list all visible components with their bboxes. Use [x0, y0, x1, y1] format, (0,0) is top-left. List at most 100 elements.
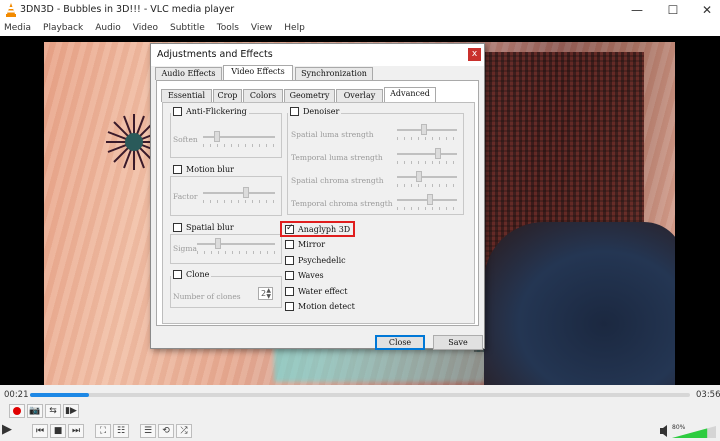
factor-slider-thumb[interactable]: [242, 187, 249, 198]
waves-option[interactable]: Waves: [285, 271, 324, 280]
sigma-slider[interactable]: [197, 238, 275, 254]
water-effect-option[interactable]: Water effect: [285, 287, 347, 296]
spatial-blur-header[interactable]: Spatial blur: [171, 223, 236, 232]
motion-detect-option[interactable]: Motion detect: [285, 302, 355, 311]
playlist-button[interactable]: ☰: [140, 424, 156, 438]
temporal-luma-slider[interactable]: [397, 148, 457, 164]
shuffle-icon: ⤮: [180, 426, 188, 436]
dialog-title: Adjustments and Effects: [157, 49, 273, 60]
loop-ab-icon: ⇆: [49, 406, 57, 416]
minimize-button[interactable]: —: [620, 0, 654, 20]
clone-header[interactable]: Clone: [171, 270, 212, 279]
psychedelic-label: Psychedelic: [298, 256, 346, 265]
spatial-luma-slider[interactable]: [397, 124, 457, 140]
record-button[interactable]: [9, 404, 25, 418]
next-button[interactable]: ⏭: [68, 424, 84, 438]
clone-checkbox[interactable]: [173, 270, 182, 279]
menu-playback[interactable]: Playback: [43, 23, 83, 33]
speaker-icon[interactable]: [660, 425, 667, 437]
save-button[interactable]: Save: [433, 335, 483, 350]
menu-view[interactable]: View: [251, 23, 272, 33]
menu-video[interactable]: Video: [133, 23, 158, 33]
temporal-chroma-slider[interactable]: [397, 194, 457, 210]
close-button[interactable]: Close: [375, 335, 425, 350]
tab-advanced[interactable]: Advanced: [384, 87, 436, 102]
number-of-clones-spinbox[interactable]: 2 ▲ ▼: [258, 287, 273, 300]
close-window-button[interactable]: ✕: [690, 0, 720, 20]
soften-label: Soften: [173, 135, 198, 144]
record-icon: [13, 407, 21, 415]
tab-video-effects[interactable]: Video Effects: [223, 65, 293, 80]
title-bar: 3DN3D - Bubbles in 3D!!! - VLC media pla…: [0, 0, 720, 20]
spatial-luma-slider-thumb[interactable]: [421, 124, 428, 135]
previous-icon: ⏮: [35, 426, 45, 436]
snapshot-button[interactable]: 📷: [27, 404, 43, 418]
number-of-clones-value: 2: [261, 289, 267, 298]
loop-button[interactable]: ⟲: [158, 424, 174, 438]
mirror-checkbox[interactable]: [285, 240, 294, 249]
temporal-chroma-slider-thumb[interactable]: [426, 194, 433, 205]
mirror-label: Mirror: [298, 240, 326, 249]
anti-flickering-header[interactable]: Anti-Flickering: [171, 107, 249, 116]
tab-essential[interactable]: Essential: [161, 89, 212, 102]
menu-help[interactable]: Help: [284, 23, 305, 33]
spatial-chroma-slider-thumb[interactable]: [415, 171, 422, 182]
menu-subtitle[interactable]: Subtitle: [170, 23, 205, 33]
previous-button[interactable]: ⏮: [32, 424, 48, 438]
volume-control[interactable]: [660, 423, 718, 439]
anti-flickering-label: Anti-Flickering: [186, 107, 247, 116]
play-button[interactable]: ▶: [2, 422, 22, 439]
soften-slider[interactable]: [203, 131, 275, 147]
next-icon: ⏭: [71, 426, 81, 436]
shuffle-button[interactable]: ⤮: [176, 424, 192, 438]
menu-tools[interactable]: Tools: [217, 23, 239, 33]
tab-overlay[interactable]: Overlay: [336, 89, 383, 102]
spatial-luma-label: Spatial luma strength: [291, 130, 374, 139]
temporal-luma-slider-thumb[interactable]: [434, 148, 441, 159]
stop-button[interactable]: ■: [50, 424, 66, 438]
psychedelic-option[interactable]: Psychedelic: [285, 256, 346, 265]
water-effect-checkbox[interactable]: [285, 287, 294, 296]
denoiser-checkbox[interactable]: [290, 107, 299, 116]
menu-audio[interactable]: Audio: [95, 23, 121, 33]
vlc-cone-icon: [6, 3, 16, 17]
psychedelic-checkbox[interactable]: [285, 256, 294, 265]
frame-step-button[interactable]: ▮▶: [63, 404, 79, 418]
motion-blur-header[interactable]: Motion blur: [171, 165, 236, 174]
playlist-icon: ☰: [143, 426, 153, 436]
sigma-slider-thumb[interactable]: [215, 238, 221, 249]
dialog-title-bar: Adjustments and Effects x: [151, 44, 484, 66]
tab-colors[interactable]: Colors: [243, 89, 283, 102]
spatial-blur-label: Spatial blur: [186, 223, 234, 232]
waves-checkbox[interactable]: [285, 271, 294, 280]
seek-bar[interactable]: [30, 393, 690, 397]
soften-slider-thumb[interactable]: [214, 131, 221, 142]
temporal-chroma-label: Temporal chroma strength: [291, 199, 393, 208]
tab-geometry[interactable]: Geometry: [284, 89, 335, 102]
tab-audio-effects[interactable]: Audio Effects: [155, 67, 222, 80]
menu-media[interactable]: Media: [4, 23, 31, 33]
factor-label: Factor: [173, 192, 198, 201]
tab-synchronization[interactable]: Synchronization: [295, 67, 373, 80]
sigma-label: Sigma: [173, 244, 197, 253]
motion-blur-checkbox[interactable]: [173, 165, 182, 174]
fullscreen-button[interactable]: ⛶: [95, 424, 111, 438]
motion-blur-label: Motion blur: [186, 165, 234, 174]
factor-slider[interactable]: [203, 187, 275, 203]
anti-flickering-checkbox[interactable]: [173, 107, 182, 116]
seek-progress: [30, 393, 90, 397]
spinbox-arrows-icon[interactable]: ▲ ▼: [266, 288, 271, 300]
spatial-blur-checkbox[interactable]: [173, 223, 182, 232]
maximize-button[interactable]: ☐: [656, 0, 690, 20]
spatial-chroma-slider[interactable]: [397, 171, 457, 187]
extended-settings-button[interactable]: ☷: [113, 424, 129, 438]
loop-ab-button[interactable]: ⇆: [45, 404, 61, 418]
dialog-close-button[interactable]: x: [468, 48, 481, 61]
fullscreen-icon: ⛶: [99, 426, 107, 436]
denoiser-header[interactable]: Denoiser: [288, 107, 342, 116]
tab-crop[interactable]: Crop: [213, 89, 242, 102]
play-icon: ▶: [2, 422, 12, 437]
frame-step-icon: ▮▶: [65, 406, 77, 416]
motion-detect-checkbox[interactable]: [285, 302, 294, 311]
mirror-option[interactable]: Mirror: [285, 240, 325, 249]
